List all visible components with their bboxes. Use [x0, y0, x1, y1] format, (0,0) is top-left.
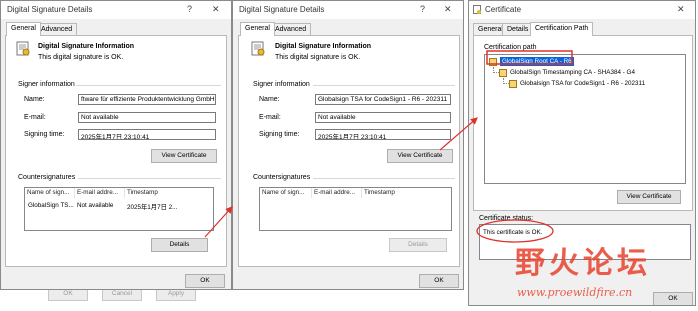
certificate-icon — [473, 5, 481, 14]
divider — [313, 178, 455, 179]
window-title: Digital Signature Details — [239, 5, 325, 14]
divider — [78, 178, 221, 179]
countersignatures-label: Countersignatures — [18, 174, 76, 181]
title-bar: Digital Signature Details ? ✕ — [1, 1, 231, 19]
divider — [76, 85, 221, 86]
info-title: Digital Signature Information — [275, 43, 372, 50]
view-certificate-button[interactable]: View Certificate — [617, 190, 681, 204]
tab-certification-path[interactable]: Certification Path — [530, 22, 594, 36]
certificate-dialog: Certificate ✕ General Details Certificat… — [468, 0, 696, 306]
signing-time-label: Signing time: — [24, 131, 65, 138]
tree-item-label: GlobalSign Timestamping CA - SHA384 - G4 — [510, 69, 635, 76]
signing-time-label: Signing time: — [259, 131, 300, 138]
ok-button[interactable]: OK — [653, 292, 693, 305]
email-field[interactable]: Not available — [315, 112, 451, 123]
certification-path-tree[interactable]: GlobalSign Root CA - R6 GlobalSign Times… — [484, 54, 686, 184]
tab-general[interactable]: General — [240, 22, 275, 36]
email-label: E-mail: — [24, 114, 46, 121]
title-bar: Certificate ✕ — [469, 1, 695, 19]
signer-section-label: Signer information — [253, 81, 310, 88]
view-certificate-button[interactable]: View Certificate — [151, 149, 217, 163]
email-label: E-mail: — [259, 114, 281, 121]
title-bar: Digital Signature Details ? ✕ — [233, 1, 463, 19]
column-header-email[interactable]: E-mail addre... — [312, 188, 362, 198]
close-button[interactable]: ✕ — [212, 4, 220, 15]
view-certificate-button[interactable]: View Certificate — [387, 149, 453, 163]
signature-details-dialog-1: Digital Signature Details ? ✕ General Ad… — [0, 0, 232, 290]
divider — [313, 85, 455, 86]
row-name: GlobalSign TS... — [28, 202, 74, 209]
help-button[interactable]: ? — [187, 4, 192, 14]
close-button[interactable]: ✕ — [444, 4, 452, 15]
details-button[interactable]: Details — [151, 238, 208, 252]
info-status: This digital signature is OK. — [38, 54, 124, 61]
info-status: This digital signature is OK. — [275, 54, 361, 61]
column-header-name[interactable]: Name of sign... — [25, 188, 75, 198]
window-title: Certificate — [485, 5, 522, 14]
column-header-timestamp[interactable]: Timestamp — [125, 188, 213, 198]
tree-item-label: GlobalSign Root CA - R6 — [500, 57, 574, 66]
countersignatures-list[interactable]: Name of sign... E-mail addre... Timestam… — [259, 187, 452, 231]
help-button[interactable]: ? — [420, 4, 425, 14]
details-button[interactable]: Details — [389, 238, 447, 252]
signature-details-dialog-2: Digital Signature Details ? ✕ General Ad… — [232, 0, 464, 290]
name-field[interactable]: Globalsign TSA for CodeSign1 - R6 - 2023… — [315, 94, 451, 105]
certificate-status-label: Certificate status: — [479, 215, 534, 222]
tab-general[interactable]: General — [6, 22, 41, 36]
countersignatures-list[interactable]: Name of sign... E-mail addre... Timestam… — [24, 187, 214, 231]
certificate-icon — [509, 80, 517, 88]
countersignatures-label: Countersignatures — [253, 174, 311, 181]
signing-time-field[interactable]: 2025年1月7日 23:10:41 — [78, 129, 216, 140]
tree-item-label: Globalsign TSA for CodeSign1 - R6 - 2023… — [520, 80, 646, 87]
close-button[interactable]: ✕ — [677, 4, 685, 15]
info-title: Digital Signature Information — [38, 43, 135, 50]
row-email: Not available — [77, 202, 114, 209]
name-label: Name: — [24, 96, 45, 103]
ok-button[interactable]: OK — [419, 274, 459, 288]
table-row[interactable]: GlobalSign TS... Not available 2025年1月7日… — [25, 201, 213, 211]
row-timestamp: 2025年1月7日 2... — [127, 204, 178, 211]
email-field[interactable]: Not available — [78, 112, 216, 123]
name-label: Name: — [259, 96, 280, 103]
signer-section-label: Signer information — [18, 81, 75, 88]
general-page: Digital Signature Information This digit… — [5, 35, 227, 267]
certificate-icon — [489, 58, 497, 66]
column-header-timestamp[interactable]: Timestamp — [362, 188, 451, 198]
name-field[interactable]: ftware für effiziente Produktentwicklung… — [78, 94, 216, 105]
certificate-status-box: This certificate is OK. — [479, 224, 691, 260]
signing-time-field[interactable]: 2025年1月7日 23:10:41 — [315, 129, 451, 140]
certification-path-label: Certification path — [484, 44, 537, 51]
certificate-icon — [16, 41, 30, 56]
column-header-email[interactable]: E-mail addre... — [75, 188, 125, 198]
certification-path-page: Certification path GlobalSign Root CA - … — [473, 35, 693, 211]
certificate-icon — [251, 41, 265, 56]
certificate-icon — [499, 69, 507, 77]
general-page: Digital Signature Information This digit… — [238, 35, 460, 267]
ok-button[interactable]: OK — [185, 274, 225, 288]
column-header-name[interactable]: Name of sign... — [260, 188, 312, 198]
certificate-status-text: This certificate is OK. — [483, 229, 543, 236]
window-title: Digital Signature Details — [7, 5, 93, 14]
